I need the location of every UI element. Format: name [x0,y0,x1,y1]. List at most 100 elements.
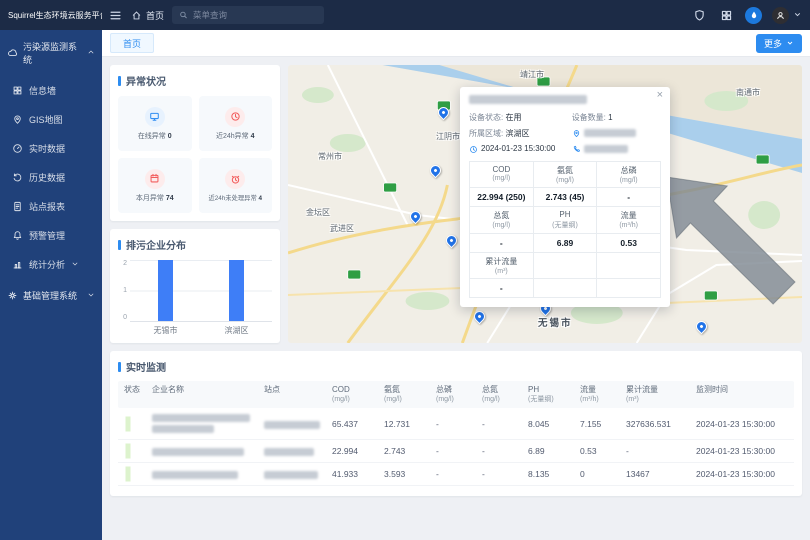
map-label-nantong: 南通市 [736,87,760,98]
chart-x-axis: 无锡市 滨湖区 [130,322,272,335]
sidebar-item-station-report[interactable]: 站点报表 [0,192,102,221]
metric-value: - [597,188,661,207]
station-name [264,446,332,456]
device-count-label: 设备数量: [572,113,606,122]
cod-value: 41.933 [332,469,384,479]
sidebar-item-realtime-data[interactable]: 实时数据 [0,134,102,163]
more-button[interactable]: 更多 [756,34,802,53]
gear-icon [7,290,18,301]
redacted-text [152,471,238,479]
ph-value: 6.89 [528,446,580,456]
sidebar-item-history-data[interactable]: 历史数据 [0,163,102,192]
tp-value: - [436,469,482,479]
sidebar: 污染源监测系统 信息墙 GIS地图 实时数据 历史数据 站点报表 [0,30,102,540]
monitoring-table: 状态 企业名称 站点 COD(mg/l) 氨氮(mg/l) 总磷(mg/l) 总… [118,381,794,486]
breadcrumb[interactable]: 首页 [129,9,172,22]
abnormal-status-card: 异常状况 在线异常 0 [110,65,280,221]
y-tick: 1 [123,287,127,294]
region-label: 所属区域: [469,129,503,138]
map-label-jingjiang: 靖江市 [520,69,544,80]
table-row[interactable]: 65.437 12.731 - - 8.045 7.155 327636.531… [118,408,794,440]
sidebar-item-info-wall[interactable]: 信息墙 [0,76,102,105]
document-icon [12,201,23,212]
redacted-text [264,421,320,429]
sidebar-item-statistics[interactable]: 统计分析 [0,250,102,279]
title-accent-bar [118,240,121,250]
device-info-popup: × 设备状态: 在用 设备数量: 1 所属区域: 滨湖区 2024-01-23 … [460,87,670,307]
map-label-jintan: 金坛区 [306,207,330,218]
enterprise-name [152,446,264,456]
tile-month-abnormal[interactable]: 本月异常 74 [118,158,192,213]
x-tick: 无锡市 [154,325,178,335]
sidebar-item-label: 站点报表 [29,200,65,213]
redacted-text [152,448,244,456]
sidebar-section-base-system[interactable]: 基础管理系统 [0,279,102,312]
tile-24h-unhandled-abnormal[interactable]: 近24h未处理异常 4 [199,158,273,213]
title-accent-bar [118,362,121,372]
sidebar-section-monitoring[interactable]: 污染源监测系统 [0,30,102,76]
breadcrumb-label: 首页 [146,9,164,22]
chevron-down-icon [71,260,79,270]
monitor-icon [145,107,165,127]
map-label-changzhou: 常州市 [318,151,342,162]
location-pin-icon [572,129,581,138]
water-drop-icon [749,10,759,20]
close-icon[interactable]: × [657,90,663,101]
map-canvas[interactable]: 靖江市 南通市 常州市 金坛区 武进区 江阴市 无锡市 [288,65,802,343]
tile-24h-abnormal[interactable]: 近24h异常 4 [199,96,273,151]
cod-value: 65.437 [332,419,384,429]
tile-label: 本月异常 [136,195,164,202]
monitor-time: 2024-01-23 15:30:00 [696,446,794,456]
bar-binhu[interactable] [229,260,244,321]
sidebar-item-label: 预警管理 [29,229,65,242]
table-row[interactable]: 41.933 3.593 - - 8.135 0 13467 2024-01-2… [118,463,794,486]
metric-value: 0.53 [597,234,661,253]
tile-value: 4 [259,195,263,202]
chart-plot-area [130,260,272,322]
menu-search-input[interactable] [193,10,317,20]
apps-grid-icon[interactable] [713,0,740,30]
badge-icon[interactable] [686,0,713,30]
metric-header: COD(mg/l) [470,162,534,188]
user-menu-chevron-icon[interactable] [791,6,810,24]
gauge-icon [12,143,23,154]
map-label-wujin: 武进区 [330,223,354,234]
tab-home[interactable]: 首页 [110,33,154,53]
tab-bar: 首页 更多 [102,30,810,57]
menu-search[interactable] [172,6,324,24]
tp-value: - [436,419,482,429]
title-accent-bar [118,76,121,86]
cloud-icon [7,48,18,59]
bar-wuxi[interactable] [158,260,173,321]
metric-header-empty [534,253,598,279]
tn-value: - [482,469,528,479]
tile-online-abnormal[interactable]: 在线异常 0 [118,96,192,151]
enterprise-name [152,469,264,479]
water-drop-avatar[interactable] [745,7,762,24]
y-tick: 2 [123,260,127,267]
sidebar-item-alert-management[interactable]: 预警管理 [0,221,102,250]
user-avatar[interactable] [772,7,789,24]
chart-y-axis: 2 1 0 [118,260,130,335]
metric-header: 总磷(mg/l) [597,162,661,188]
user-icon [775,10,786,21]
metric-value: - [470,234,534,253]
bar-chart-icon [12,259,23,270]
table-header-row: 状态 企业名称 站点 COD(mg/l) 氨氮(mg/l) 总磷(mg/l) 总… [118,381,794,408]
sidebar-item-gis-map[interactable]: GIS地图 [0,105,102,134]
tile-value: 0 [168,133,172,140]
y-tick: 0 [123,314,127,321]
menu-toggle-icon[interactable] [102,0,129,30]
map-label-jiangyin: 江阴市 [436,131,460,142]
total-flow-value: 327636.531 [626,419,696,429]
flow-value: 0 [580,469,626,479]
table-row[interactable]: 22.994 2.743 - - 6.89 0.53 - 2024-01-23 … [118,440,794,463]
home-icon [131,10,142,21]
metric-header: 总氮(mg/l) [470,207,534,234]
app-window: Squirrel生态环境云服务平台 首页 [0,0,810,540]
redacted-text [264,448,314,456]
redacted-text [584,145,628,153]
ph-value: 8.045 [528,419,580,429]
enterprise-distribution-card: 排污企业分布 2 1 0 [110,229,280,343]
chart-title-text: 排污企业分布 [126,237,186,252]
